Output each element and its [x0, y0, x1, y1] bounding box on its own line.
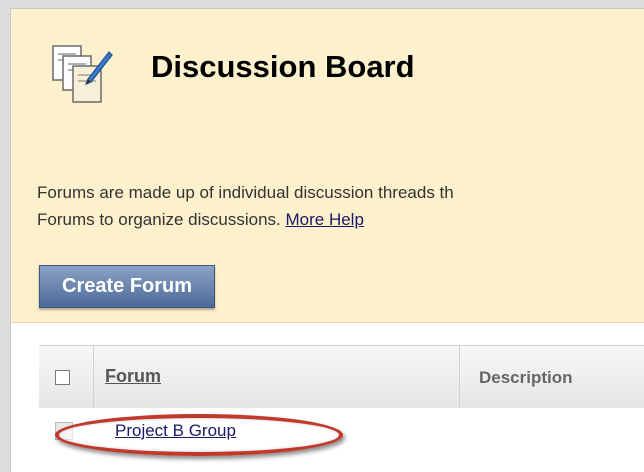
top-edge [0, 0, 644, 8]
table-header: Forum Description [39, 345, 644, 409]
description-line-2: Forums to organize discussions. More Hel… [37, 206, 454, 233]
table-row: Project B Group [39, 408, 644, 458]
select-all-checkbox[interactable] [55, 370, 70, 385]
app-window: Discussion Board Forums are made up of i… [0, 0, 644, 472]
column-divider [459, 346, 460, 408]
more-help-link[interactable]: More Help [286, 210, 364, 229]
discussion-board-icon [52, 45, 113, 103]
description-line-1: Forums are made up of individual discuss… [37, 183, 454, 202]
left-edge [0, 0, 10, 472]
column-header-description: Description [479, 368, 573, 387]
page-header: Discussion Board Forums are made up of i… [11, 9, 644, 323]
page-description: Forums are made up of individual discuss… [37, 179, 454, 233]
column-header-forum[interactable]: Forum [105, 366, 161, 387]
forum-link-project-b-group[interactable]: Project B Group [115, 421, 236, 441]
page-title: Discussion Board [151, 49, 415, 84]
create-forum-button[interactable]: Create Forum [39, 265, 216, 308]
content-panel: Discussion Board Forums are made up of i… [10, 8, 644, 472]
description-line-2-text: Forums to organize discussions. [37, 210, 286, 229]
forum-table: Forum Description Project B Group [39, 345, 644, 472]
column-divider [93, 346, 94, 408]
